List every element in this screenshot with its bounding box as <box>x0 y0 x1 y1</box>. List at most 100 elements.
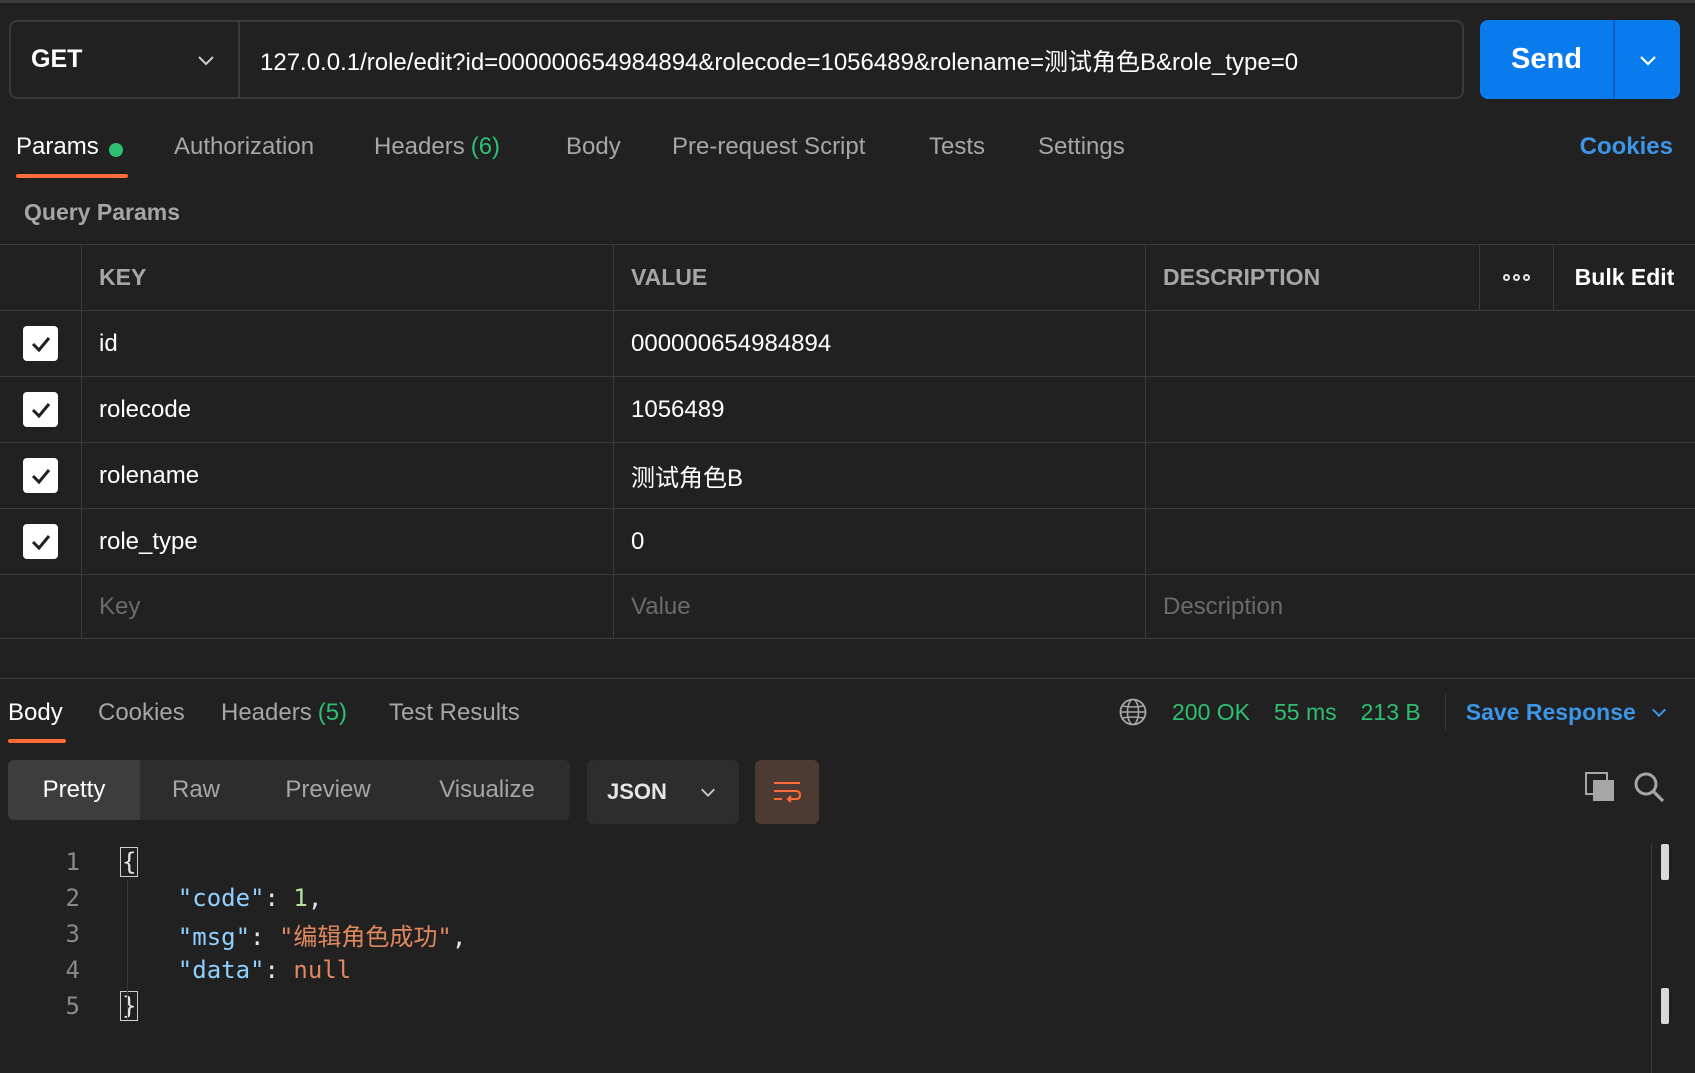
param-description[interactable] <box>1146 509 1695 574</box>
param-key[interactable]: rolecode <box>82 377 614 442</box>
wrap-lines-button[interactable] <box>755 760 819 824</box>
res-tab-headers-label: Headers <box>221 699 312 726</box>
save-response-button[interactable]: Save Response <box>1466 699 1668 726</box>
scrollbar-thumb[interactable] <box>1661 844 1669 880</box>
param-checkbox[interactable] <box>23 326 58 361</box>
url-input[interactable] <box>240 22 1462 97</box>
view-raw[interactable]: Raw <box>140 760 252 820</box>
param-value[interactable]: 测试角色B <box>614 443 1146 508</box>
view-pretty[interactable]: Pretty <box>8 760 140 820</box>
new-param-row: Key Value Description <box>0 575 1695 639</box>
row-check-cell <box>0 377 82 442</box>
scrollbar-track[interactable] <box>1651 844 1652 1073</box>
json-value: "编辑角色成功" <box>278 922 452 951</box>
row-check-cell <box>0 509 82 574</box>
globe-icon[interactable] <box>1118 697 1148 727</box>
tab-authorization[interactable]: Authorization <box>174 128 314 180</box>
new-key-input[interactable]: Key <box>82 575 614 638</box>
param-checkbox[interactable] <box>23 392 58 427</box>
wrap-lines-icon <box>774 782 802 803</box>
status-code[interactable]: 200 OK <box>1172 699 1250 726</box>
row-check-cell <box>0 575 82 638</box>
method-label: GET <box>31 45 83 73</box>
check-icon <box>31 336 50 352</box>
method-select[interactable]: GET <box>11 22 240 97</box>
tab-settings[interactable]: Settings <box>1038 128 1125 180</box>
table-row: id 000000654984894 <box>0 311 1695 377</box>
code-line: 1 { <box>0 844 1650 880</box>
res-tab-headers[interactable]: Headers (5) <box>221 694 347 746</box>
code-line: 4 "data": null <box>0 952 1650 988</box>
close-brace: } <box>120 991 139 1021</box>
more-horizontal-icon <box>1503 274 1530 281</box>
view-visualize[interactable]: Visualize <box>404 760 570 820</box>
query-params-table: KEY VALUE DESCRIPTION Bulk Edit id 00000… <box>0 244 1695 639</box>
request-tabs: Params Authorization Headers (6) Body Pr… <box>0 128 1695 180</box>
param-description[interactable] <box>1146 377 1695 442</box>
response-body-code[interactable]: 1 { 2 "code": 1, 3 "msg": "编辑角色成功", 4 "d… <box>0 844 1650 1073</box>
table-row: rolecode 1056489 <box>0 377 1695 443</box>
res-tab-cookies[interactable]: Cookies <box>98 694 185 746</box>
param-key[interactable]: id <box>82 311 614 376</box>
format-select[interactable]: JSON <box>587 760 739 824</box>
code-line: 5 } <box>0 988 1650 1024</box>
column-header-description: DESCRIPTION <box>1146 245 1480 310</box>
status-separator <box>1444 694 1446 730</box>
line-number: 3 <box>65 920 80 948</box>
params-active-dot <box>108 143 123 157</box>
param-key[interactable]: role_type <box>82 509 614 574</box>
param-value[interactable]: 000000654984894 <box>614 311 1146 376</box>
new-description-input[interactable]: Description <box>1146 575 1695 638</box>
response-size[interactable]: 213 B <box>1361 699 1421 726</box>
tab-headers[interactable]: Headers (6) <box>374 128 500 180</box>
chevron-down-icon <box>1651 708 1666 718</box>
tab-params[interactable]: Params <box>16 128 123 180</box>
code-line: 3 "msg": "编辑角色成功", <box>0 916 1650 952</box>
check-icon <box>31 468 50 484</box>
param-checkbox[interactable] <box>23 524 58 559</box>
code-line: 2 "code": 1, <box>0 880 1650 916</box>
tab-headers-label: Headers <box>374 133 465 160</box>
send-options-button[interactable] <box>1615 20 1680 99</box>
search-icon[interactable] <box>1632 770 1666 804</box>
tab-prerequest-script[interactable]: Pre-request Script <box>672 128 865 180</box>
active-tab-underline <box>8 739 66 743</box>
param-description[interactable] <box>1146 311 1695 376</box>
column-header-value: VALUE <box>614 245 1146 310</box>
top-border <box>0 0 1695 3</box>
res-tab-test-results[interactable]: Test Results <box>389 694 520 746</box>
param-checkbox[interactable] <box>23 458 58 493</box>
bulk-edit-button[interactable]: Bulk Edit <box>1554 245 1695 310</box>
json-value: null <box>293 956 352 984</box>
table-row: rolename 测试角色B <box>0 443 1695 509</box>
more-options-button[interactable] <box>1480 245 1554 310</box>
row-check-cell <box>0 443 82 508</box>
check-icon <box>31 402 50 418</box>
response-time[interactable]: 55 ms <box>1274 699 1337 726</box>
send-button-group: Send <box>1480 20 1680 99</box>
save-response-label: Save Response <box>1465 698 1636 725</box>
pane-divider[interactable] <box>0 678 1695 679</box>
header-check-cell <box>0 245 82 310</box>
headers-count: (6) <box>470 133 501 160</box>
view-preview[interactable]: Preview <box>252 760 404 820</box>
tab-body[interactable]: Body <box>566 128 621 180</box>
copy-icon[interactable] <box>1583 770 1617 804</box>
tab-tests[interactable]: Tests <box>929 128 985 180</box>
param-value[interactable]: 1056489 <box>614 377 1146 442</box>
json-value: 1 <box>293 884 308 912</box>
line-number: 1 <box>65 848 80 876</box>
line-number: 2 <box>65 884 80 912</box>
view-mode-selector: Pretty Raw Preview Visualize <box>8 760 570 820</box>
param-value[interactable]: 0 <box>614 509 1146 574</box>
active-tab-underline <box>16 174 128 178</box>
cookies-link[interactable]: Cookies <box>1580 133 1673 161</box>
param-key[interactable]: rolename <box>82 443 614 508</box>
param-description[interactable] <box>1146 443 1695 508</box>
scrollbar-thumb[interactable] <box>1661 988 1669 1024</box>
send-button[interactable]: Send <box>1480 20 1613 99</box>
res-headers-count: (5) <box>317 699 348 726</box>
response-tabs: Body Cookies Headers (5) Test Results 20… <box>0 694 1695 746</box>
new-value-input[interactable]: Value <box>614 575 1146 638</box>
format-label: JSON <box>607 779 667 804</box>
